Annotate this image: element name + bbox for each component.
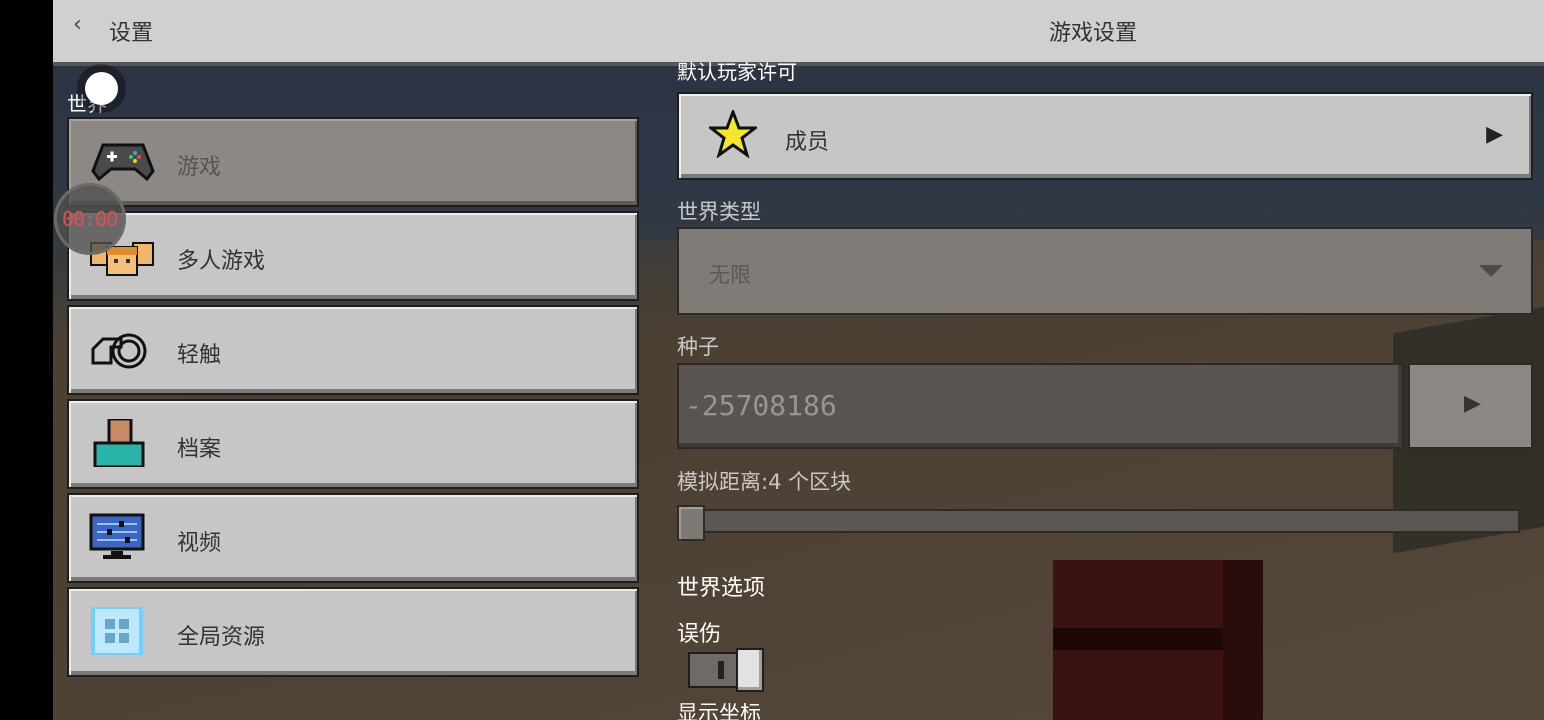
profile-icon [93, 419, 145, 467]
sidebar-item-label: 全局资源 [177, 625, 266, 650]
chevron-right-icon: ▶ [1464, 391, 1481, 416]
seed-label: 种子 [677, 335, 719, 359]
page-title: 游戏设置 [1049, 21, 1138, 46]
slider-track[interactable] [677, 509, 1520, 533]
sidebar-item-label: 档案 [177, 437, 222, 462]
star-icon [709, 110, 757, 158]
global-resources-icon [91, 607, 143, 655]
slider-thumb[interactable] [677, 505, 705, 541]
seed-input[interactable]: -25708186 [677, 363, 1404, 449]
block-side [1223, 560, 1263, 720]
sidebar-item-label: 多人游戏 [177, 249, 266, 274]
red-block [1053, 560, 1263, 720]
sidebar-item-global-resources[interactable]: 全局资源 [67, 587, 639, 677]
sim-distance-slider[interactable] [677, 505, 1520, 541]
seed-value: -25708186 [685, 389, 837, 422]
toggle-knob[interactable] [736, 648, 764, 692]
back-chevron-icon[interactable]: ‹ [73, 12, 82, 37]
permission-header: 默认玩家许可 [677, 62, 797, 84]
chevron-right-icon: ▶ [1486, 122, 1503, 147]
sidebar-menu: 游戏 多人游戏 轻触 档案 视频 全局资源 [67, 117, 639, 681]
friendly-fire-label: 误伤 [677, 622, 722, 647]
sidebar-item-game[interactable]: 游戏 [67, 117, 639, 207]
sidebar-item-video[interactable]: 视频 [67, 493, 639, 583]
sidebar-item-touch[interactable]: 轻触 [67, 305, 639, 395]
screen-recorder-timer[interactable]: 00:00 [54, 183, 126, 255]
world-options-title: 世界选项 [677, 576, 766, 601]
top-bar: ‹ 设置 游戏设置 [53, 0, 1544, 66]
sidebar-item-multiplayer[interactable]: 多人游戏 [67, 211, 639, 301]
screen-recorder-dot[interactable] [85, 72, 118, 105]
world-type-value: 无限 [709, 263, 751, 287]
world-type-label: 世界类型 [677, 200, 761, 224]
toggle-on-mark [718, 661, 724, 679]
sidebar-item-label: 视频 [177, 531, 222, 556]
sidebar-item-label: 轻触 [177, 343, 222, 368]
sidebar-item-label: 游戏 [177, 155, 222, 180]
seed-picker-button[interactable]: ▶ [1408, 363, 1533, 449]
sidebar-item-profile[interactable]: 档案 [67, 399, 639, 489]
show-coordinates-label: 显示坐标 [677, 703, 761, 720]
gamepad-icon [91, 143, 155, 182]
friendly-fire-toggle[interactable] [688, 648, 766, 692]
recorder-time-text: 00:00 [62, 207, 118, 231]
sim-distance-label: 模拟距离:4 个区块 [677, 470, 852, 494]
back-button[interactable]: 设置 [109, 15, 153, 47]
world-type-dropdown[interactable]: 无限 [677, 227, 1533, 315]
permission-value: 成员 [785, 130, 830, 155]
default-permission-button[interactable]: 成员 ▶ [677, 92, 1533, 180]
video-settings-icon [89, 513, 145, 559]
touch-icon [91, 333, 147, 369]
chevron-down-icon [1479, 265, 1503, 277]
